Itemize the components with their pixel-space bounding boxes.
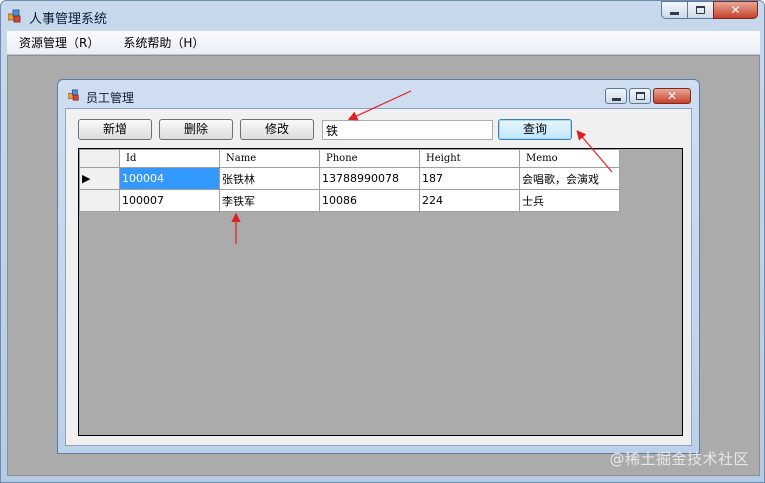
menu-system-help[interactable]: 系统帮助（H） — [111, 31, 216, 55]
row-pointer-icon: ▶ — [82, 172, 91, 185]
menu-bar: 资源管理（R） 系统帮助（H） — [7, 31, 760, 55]
child-minimize-button[interactable] — [605, 88, 627, 104]
cell-name[interactable]: 李铁军 — [219, 189, 320, 212]
add-button[interactable]: 新增 — [78, 119, 152, 140]
maximize-icon — [635, 92, 645, 100]
minimize-icon — [611, 97, 621, 101]
main-title-bar[interactable]: 人事管理系统 ✕ — [1, 1, 764, 31]
cell-height[interactable]: 187 — [419, 167, 520, 190]
query-button[interactable]: 查询 — [498, 119, 572, 140]
cell-height[interactable]: 224 — [419, 189, 520, 212]
maximize-button[interactable] — [687, 1, 714, 19]
child-close-button[interactable]: ✕ — [653, 88, 691, 104]
edit-button[interactable]: 修改 — [240, 119, 314, 140]
close-button[interactable]: ✕ — [713, 1, 758, 19]
window-title: 人事管理系统 — [29, 12, 108, 27]
employee-management-window: 员工管理 ✕ 新增 删除 修改 查询 Id Name Phone Height … — [57, 79, 700, 454]
table-row[interactable]: ▶ 100004 张铁林 13788990078 187 会唱歌，会演戏 — [79, 167, 620, 190]
column-header-id[interactable]: Id — [119, 149, 220, 168]
delete-button[interactable]: 删除 — [159, 119, 233, 140]
minimize-button[interactable] — [661, 1, 688, 19]
cell-phone[interactable]: 10086 — [319, 189, 420, 212]
grid-header-row: Id Name Phone Height Memo — [79, 149, 620, 168]
cell-name[interactable]: 张铁林 — [219, 167, 320, 190]
child-window-title: 员工管理 — [86, 91, 135, 105]
cell-phone[interactable]: 13788990078 — [319, 167, 420, 190]
cell-id[interactable]: 100004 — [119, 167, 220, 190]
child-window-icon — [68, 89, 79, 101]
cell-id[interactable]: 100007 — [119, 189, 220, 212]
maximize-icon — [696, 6, 705, 14]
search-input[interactable] — [322, 120, 493, 140]
table-row[interactable]: 100007 李铁军 10086 224 士兵 — [79, 189, 620, 212]
close-icon: ✕ — [666, 89, 678, 103]
employee-grid[interactable]: Id Name Phone Height Memo ▶ 100004 张铁林 1… — [78, 148, 683, 436]
app-icon — [8, 9, 21, 23]
cell-memo[interactable]: 会唱歌，会演戏 — [519, 167, 620, 190]
close-icon: ✕ — [730, 3, 741, 17]
column-header-memo[interactable]: Memo — [519, 149, 620, 168]
child-caption-buttons: ✕ — [603, 88, 691, 104]
grid-corner-header[interactable] — [79, 149, 120, 168]
column-header-phone[interactable]: Phone — [319, 149, 420, 168]
cell-memo[interactable]: 士兵 — [519, 189, 620, 212]
child-maximize-button[interactable] — [629, 88, 651, 104]
minimize-icon — [670, 11, 679, 15]
menu-resource-management[interactable]: 资源管理（R） — [7, 31, 111, 55]
grid-table: Id Name Phone Height Memo ▶ 100004 张铁林 1… — [79, 149, 620, 212]
row-header[interactable]: ▶ — [79, 167, 120, 190]
child-client-area: 新增 删除 修改 查询 Id Name Phone Height Memo — [65, 108, 692, 446]
column-header-name[interactable]: Name — [219, 149, 320, 168]
column-header-height[interactable]: Height — [419, 149, 520, 168]
window-caption-buttons: ✕ — [661, 1, 758, 19]
row-header[interactable] — [79, 189, 120, 212]
watermark: @稀土掘金技术社区 — [609, 450, 749, 468]
